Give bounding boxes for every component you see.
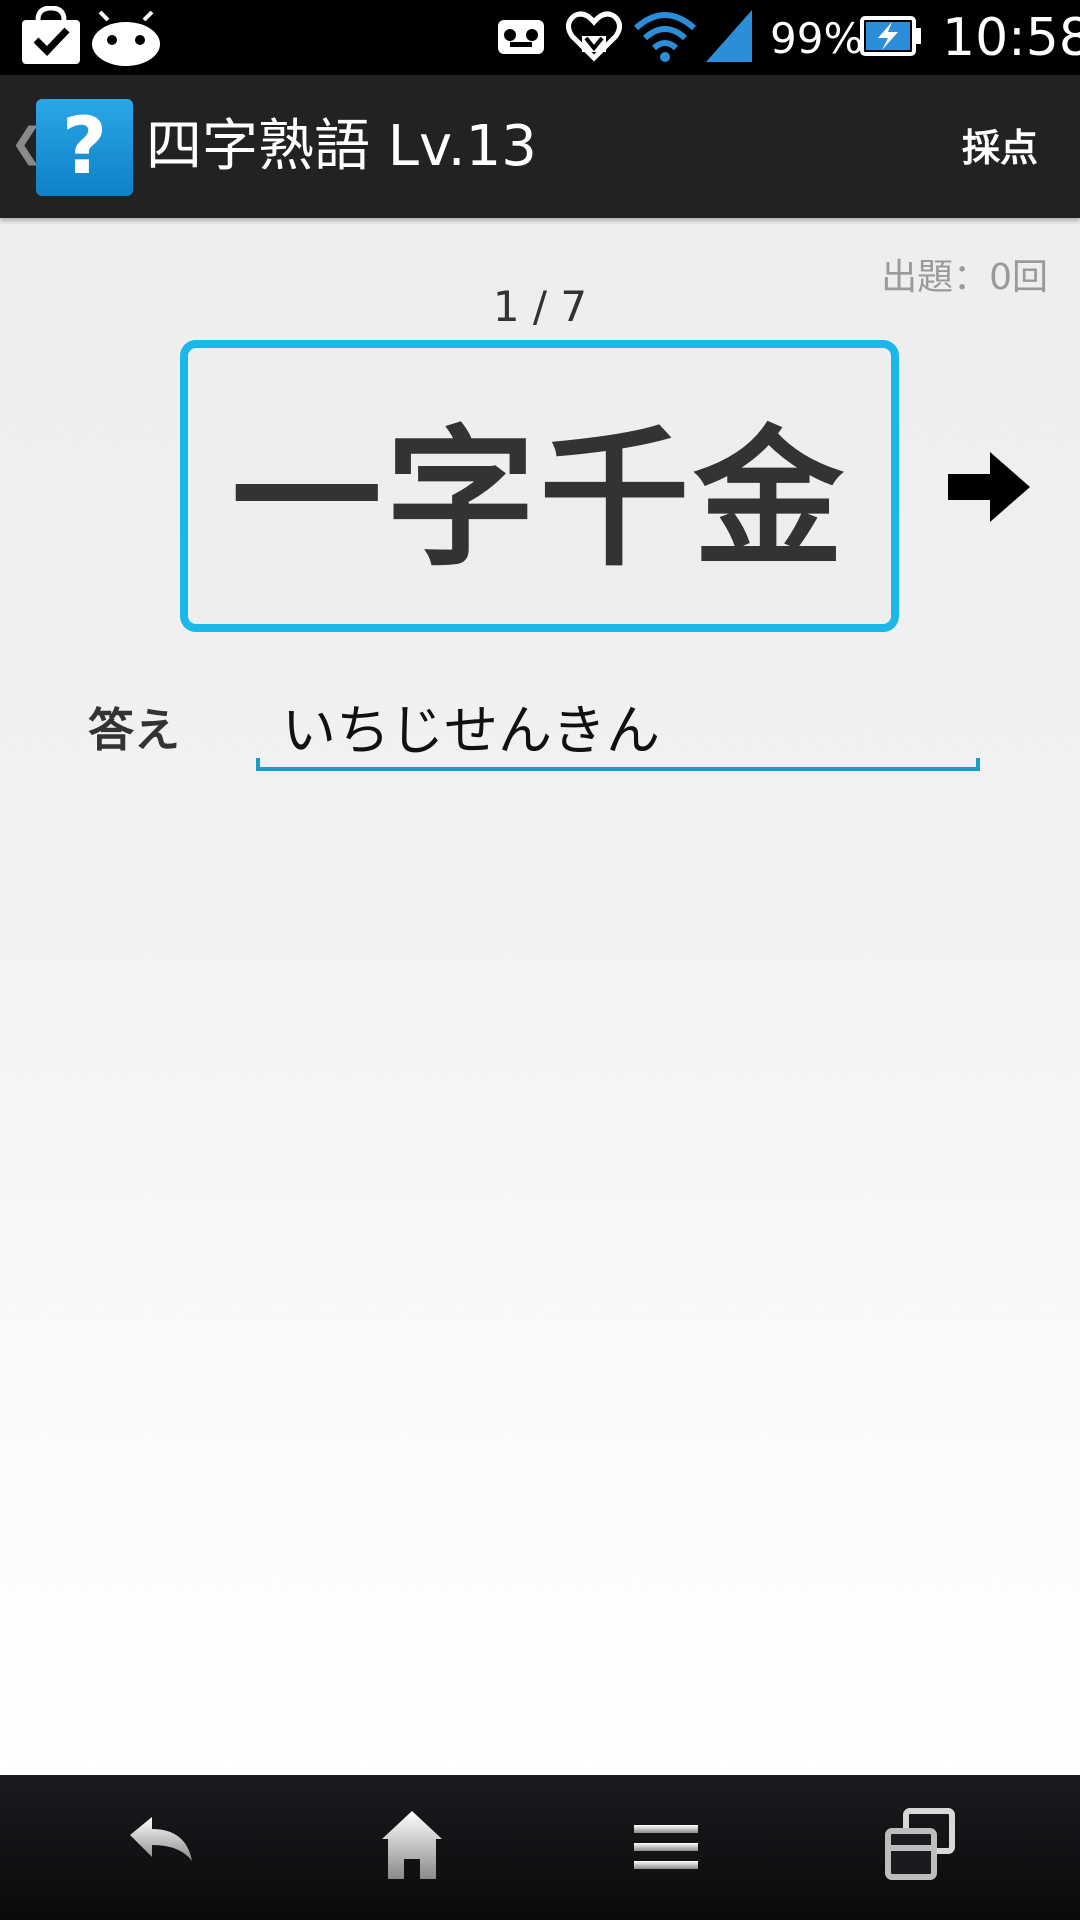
wifi-icon <box>634 12 696 62</box>
next-arrow-icon[interactable] <box>946 450 1032 524</box>
navigation-bar <box>0 1775 1080 1920</box>
home-icon[interactable] <box>352 1805 472 1890</box>
idiom-text: 一字千金 <box>231 412 848 587</box>
signal-icon <box>706 10 752 62</box>
action-bar: ❮ ? 四字熟語 Lv.13 採点 <box>0 75 1080 218</box>
battery-percent: 99% <box>770 14 864 63</box>
page-indicator: 1 / 7 <box>492 282 588 331</box>
answer-input[interactable]: いちじせんきん <box>256 676 980 772</box>
answer-value: いちじせんきん <box>282 699 660 762</box>
app-icon: ? <box>36 99 133 196</box>
recent-apps-icon[interactable] <box>860 1805 980 1890</box>
question-count: 出題：0回 <box>881 257 1048 298</box>
page-title: 四字熟語 Lv.13 <box>146 114 537 179</box>
clock: 10:58 <box>942 8 1080 68</box>
shopping-bag-check-icon <box>22 6 80 64</box>
battery-charging-icon <box>860 16 921 56</box>
idiom-card: 一字千金 <box>180 340 899 632</box>
heart-download-icon <box>566 11 622 62</box>
answer-underline <box>256 758 980 771</box>
answer-label: 答え <box>88 703 180 757</box>
status-bar: 99% 10:58 <box>0 0 1080 75</box>
score-button[interactable]: 採点 <box>940 115 1060 181</box>
android-icon <box>92 10 160 66</box>
back-icon[interactable] <box>100 1805 220 1890</box>
voicemail-icon <box>498 20 544 54</box>
menu-icon[interactable] <box>606 1805 726 1890</box>
